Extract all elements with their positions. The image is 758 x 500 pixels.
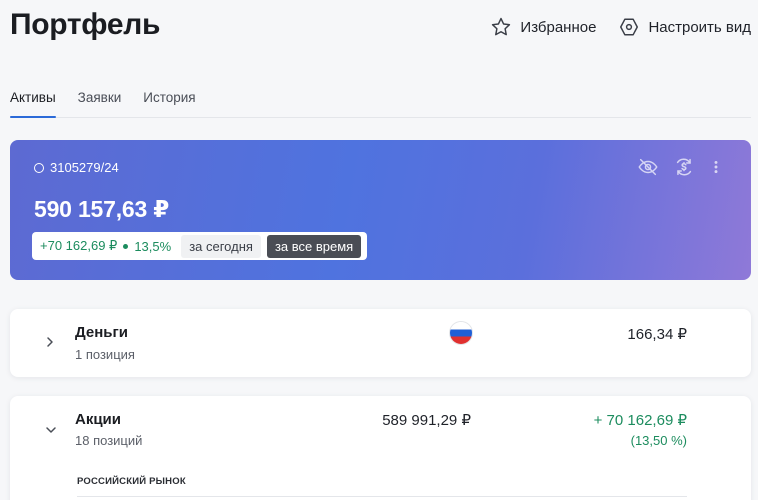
tab-orders[interactable]: Заявки — [78, 88, 122, 117]
asset-amount: 589 991,29 ₽ — [382, 412, 471, 429]
market-section-label: РОССИЙСКИЙ РЫНОК — [77, 476, 186, 487]
asset-amount: 166,34 ₽ — [627, 326, 687, 343]
asset-positions: 1 позиция — [75, 347, 135, 362]
chevron-down-icon[interactable] — [44, 423, 58, 441]
eye-off-icon[interactable] — [637, 156, 659, 178]
change-value: +70 162,69 ₽ — [40, 238, 118, 253]
favorites-button[interactable]: Избранное — [490, 16, 596, 38]
header-actions: Избранное Настроить вид — [490, 16, 751, 38]
chevron-right-icon[interactable] — [44, 335, 56, 354]
asset-gain-percent: (13,50 %) — [630, 433, 687, 448]
account-id: 3105279/24 — [34, 160, 119, 175]
asset-row-stocks[interactable]: Акции 18 позиций 589 991,29 ₽ + 70 162,6… — [10, 396, 751, 500]
account-change: +70 162,69 ₽ 13,5% — [40, 238, 175, 254]
more-vertical-icon[interactable] — [709, 156, 723, 178]
settings-hexagon-icon — [618, 16, 640, 38]
account-change-box: +70 162,69 ₽ 13,5% за сегодня за все вре… — [32, 232, 368, 260]
period-all-time-button[interactable]: за все время — [266, 234, 362, 258]
customize-view-button[interactable]: Настроить вид — [618, 16, 751, 38]
tabs: Активы Заявки История — [10, 88, 751, 118]
tab-history[interactable]: История — [143, 88, 195, 117]
russia-flag-icon — [450, 322, 472, 344]
account-balance: 590 157,63 ₽ — [34, 196, 170, 222]
asset-row-money[interactable]: Деньги 1 позиция 166,34 ₽ — [10, 309, 751, 377]
asset-positions: 18 позиций — [75, 433, 143, 448]
page-title: Портфель — [10, 8, 161, 41]
change-percent: 13,5% — [134, 238, 172, 254]
favorites-label: Избранное — [520, 18, 597, 36]
account-card[interactable]: 3105279/24 590 157,63 ₽ +70 162,69 ₽ 13,… — [10, 140, 751, 280]
star-icon — [490, 16, 512, 38]
currency-exchange-icon[interactable] — [673, 156, 695, 178]
section-divider — [77, 496, 687, 497]
period-today-button[interactable]: за сегодня — [181, 234, 261, 258]
asset-title: Акции — [75, 411, 122, 428]
tab-assets[interactable]: Активы — [10, 88, 56, 118]
customize-view-label: Настроить вид — [648, 18, 751, 36]
asset-title: Деньги — [75, 324, 128, 341]
account-number: 3105279/24 — [50, 160, 119, 175]
portfolio-page: Портфель Избранное Настроить вид Активы … — [0, 0, 758, 500]
asset-gain: + 70 162,69 ₽ — [593, 412, 687, 429]
separator-dot — [123, 243, 129, 249]
account-status-icon — [34, 162, 44, 173]
account-card-actions — [637, 156, 723, 178]
